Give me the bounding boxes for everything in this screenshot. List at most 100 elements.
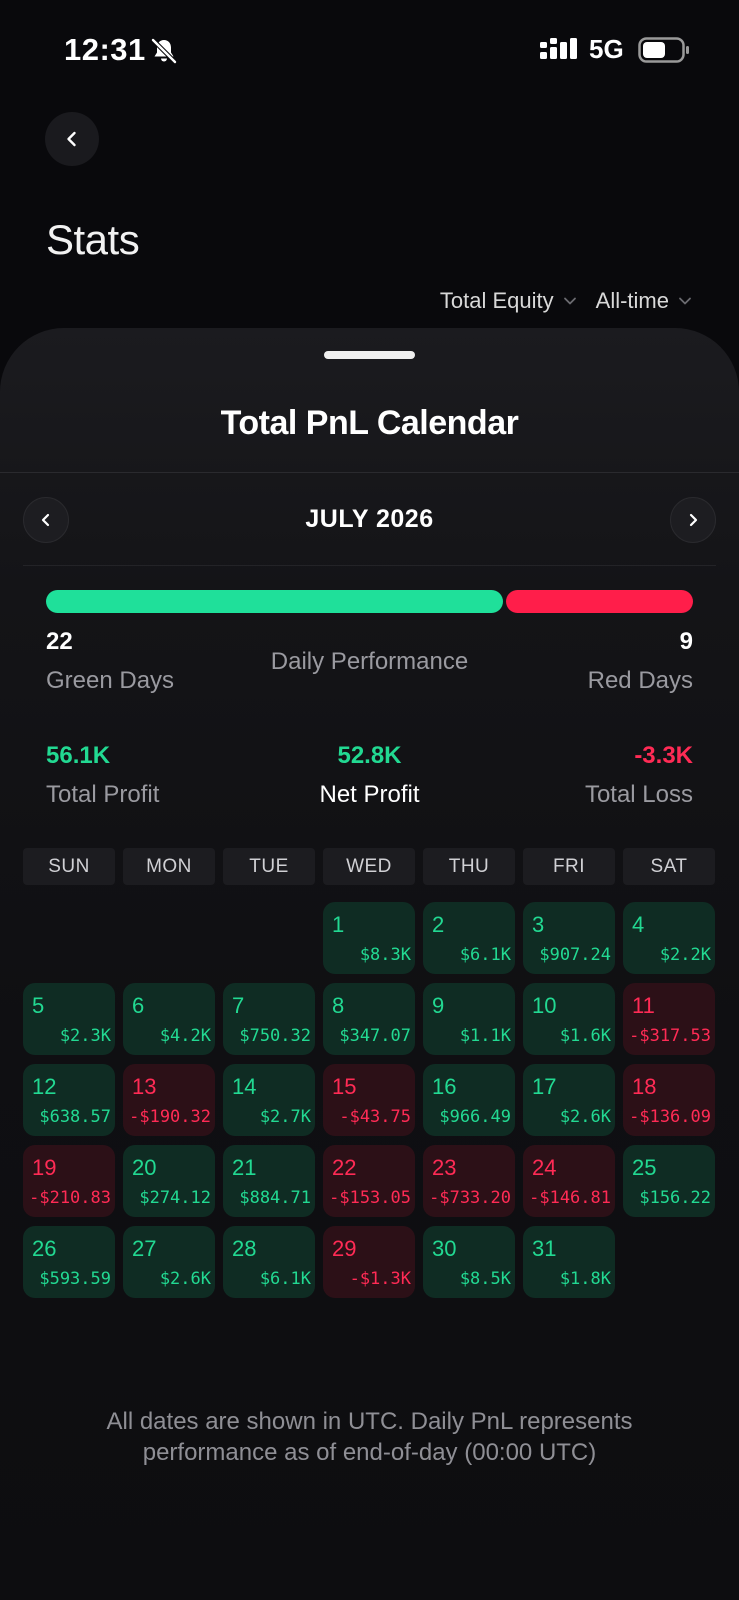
footnote-line-1: All dates are shown in UTC. Daily PnL re…	[106, 1408, 633, 1435]
day-number: 6	[132, 993, 145, 1018]
stats-screen: 12:31 5G Stats Total Equity All-time Tot…	[0, 0, 739, 1600]
day-pnl: $2.3K	[59, 1026, 111, 1046]
total-loss-value: -3.3K	[634, 742, 693, 769]
calendar-day-3[interactable]: 3 $907.24	[523, 902, 615, 974]
day-pnl: $8.3K	[359, 945, 411, 965]
empty-day-cell	[23, 902, 115, 974]
sheet-grabber[interactable]	[324, 351, 415, 359]
chevron-left-icon	[67, 131, 76, 147]
calendar-day-17[interactable]: 17 $2.6K	[523, 1064, 615, 1136]
calendar-day-20[interactable]: 20 $274.12	[123, 1145, 215, 1217]
day-pnl: $4.2K	[159, 1026, 211, 1046]
weekday-header: SUN MON TUE WED THU FRI SAT	[23, 848, 716, 885]
bell-slash-icon	[151, 38, 177, 64]
day-number: 2	[432, 912, 445, 937]
weekday-fri: FRI	[523, 848, 615, 885]
calendar-grid: 1 $8.3K 2 $6.1K 3 $907.24 4 $2.2K 5 $2.3K 6 $4.2K 7 $…	[23, 902, 716, 1298]
weekday-mon: MON	[123, 848, 215, 885]
calendar-day-29[interactable]: 29 -$1.3K	[323, 1226, 415, 1298]
day-number: 29	[332, 1236, 357, 1261]
equity-dropdown-label: Total Equity	[439, 288, 554, 313]
divider	[0, 472, 739, 473]
day-number: 13	[132, 1074, 157, 1099]
day-pnl: $638.57	[39, 1107, 111, 1127]
calendar-day-25[interactable]: 25 $156.22	[623, 1145, 715, 1217]
day-number: 12	[32, 1074, 57, 1099]
calendar-day-18[interactable]: 18 -$136.09	[623, 1064, 715, 1136]
day-pnl: -$317.53	[629, 1026, 711, 1046]
calendar-day-13[interactable]: 13 -$190.32	[123, 1064, 215, 1136]
chevron-right-icon	[689, 513, 698, 527]
calendar-day-14[interactable]: 14 $2.7K	[223, 1064, 315, 1136]
calendar-day-12[interactable]: 12 $638.57	[23, 1064, 115, 1136]
weekday-tue: TUE	[223, 848, 315, 885]
calendar-day-27[interactable]: 27 $2.6K	[123, 1226, 215, 1298]
calendar-day-8[interactable]: 8 $347.07	[323, 983, 415, 1055]
day-pnl: -$1.3K	[349, 1269, 411, 1289]
calendar-day-9[interactable]: 9 $1.1K	[423, 983, 515, 1055]
calendar-day-5[interactable]: 5 $2.3K	[23, 983, 115, 1055]
range-dropdown-label: All-time	[595, 288, 669, 313]
calendar-day-6[interactable]: 6 $4.2K	[123, 983, 215, 1055]
weekday-wed: WED	[323, 848, 415, 885]
day-pnl: $750.32	[239, 1026, 311, 1046]
red-days-label: Red Days	[587, 667, 693, 694]
calendar-day-7[interactable]: 7 $750.32	[223, 983, 315, 1055]
back-button[interactable]	[45, 112, 99, 166]
calendar-day-4[interactable]: 4 $2.2K	[623, 902, 715, 974]
day-number: 16	[432, 1074, 457, 1099]
calendar-day-10[interactable]: 10 $1.6K	[523, 983, 615, 1055]
day-pnl: $884.71	[239, 1188, 311, 1208]
calendar-day-2[interactable]: 2 $6.1K	[423, 902, 515, 974]
calendar-day-24[interactable]: 24 -$146.81	[523, 1145, 615, 1217]
next-month-button[interactable]	[670, 497, 716, 543]
red-days-count: 9	[679, 628, 693, 655]
calendar-day-1[interactable]: 1 $8.3K	[323, 902, 415, 974]
day-number: 1	[332, 912, 345, 937]
page-title: Stats	[46, 216, 140, 263]
calendar-day-16[interactable]: 16 $966.49	[423, 1064, 515, 1136]
day-number: 27	[132, 1236, 157, 1261]
day-number: 30	[432, 1236, 457, 1261]
footnote-line-2: performance as of end-of-day (00:00 UTC)	[142, 1439, 597, 1466]
filter-bar: Total Equity All-time	[440, 288, 693, 314]
calendar-day-30[interactable]: 30 $8.5K	[423, 1226, 515, 1298]
day-pnl: $156.22	[639, 1188, 711, 1208]
day-pnl: $2.2K	[659, 945, 711, 965]
calendar-day-28[interactable]: 28 $6.1K	[223, 1226, 315, 1298]
day-number: 17	[532, 1074, 557, 1099]
calendar-day-15[interactable]: 15 -$43.75	[323, 1064, 415, 1136]
daily-performance-bar	[46, 590, 693, 613]
net-profit-value: 52.8K	[337, 742, 402, 769]
chevron-down-icon	[563, 297, 576, 305]
divider	[23, 565, 716, 566]
chevron-down-icon	[679, 297, 691, 305]
day-number: 5	[32, 993, 45, 1018]
utc-footnote: All dates are shown in UTC. Daily PnL re…	[0, 1406, 739, 1468]
equity-dropdown[interactable]: Total Equity	[440, 288, 578, 314]
day-number: 14	[232, 1074, 257, 1099]
day-pnl: $6.1K	[459, 945, 511, 965]
day-pnl: $347.07	[339, 1026, 411, 1046]
day-pnl: $274.12	[139, 1188, 211, 1208]
red-days-bar	[506, 590, 693, 613]
day-number: 4	[632, 912, 645, 937]
day-number: 21	[232, 1155, 257, 1180]
day-pnl: -$190.32	[129, 1107, 211, 1127]
calendar-day-31[interactable]: 31 $1.8K	[523, 1226, 615, 1298]
day-number: 22	[332, 1155, 357, 1180]
calendar-day-19[interactable]: 19 -$210.83	[23, 1145, 115, 1217]
day-number: 31	[532, 1236, 557, 1261]
range-dropdown[interactable]: All-time	[596, 288, 693, 314]
calendar-day-23[interactable]: 23 -$733.20	[423, 1145, 515, 1217]
day-pnl: -$146.81	[529, 1188, 611, 1208]
day-number: 19	[32, 1155, 57, 1180]
calendar-day-11[interactable]: 11 -$317.53	[623, 983, 715, 1055]
calendar-day-21[interactable]: 21 $884.71	[223, 1145, 315, 1217]
weekday-sat: SAT	[623, 848, 715, 885]
calendar-day-22[interactable]: 22 -$153.05	[323, 1145, 415, 1217]
calendar-day-26[interactable]: 26 $593.59	[23, 1226, 115, 1298]
battery-icon	[638, 37, 689, 63]
day-pnl: -$153.05	[329, 1188, 411, 1208]
day-number: 10	[532, 993, 557, 1018]
